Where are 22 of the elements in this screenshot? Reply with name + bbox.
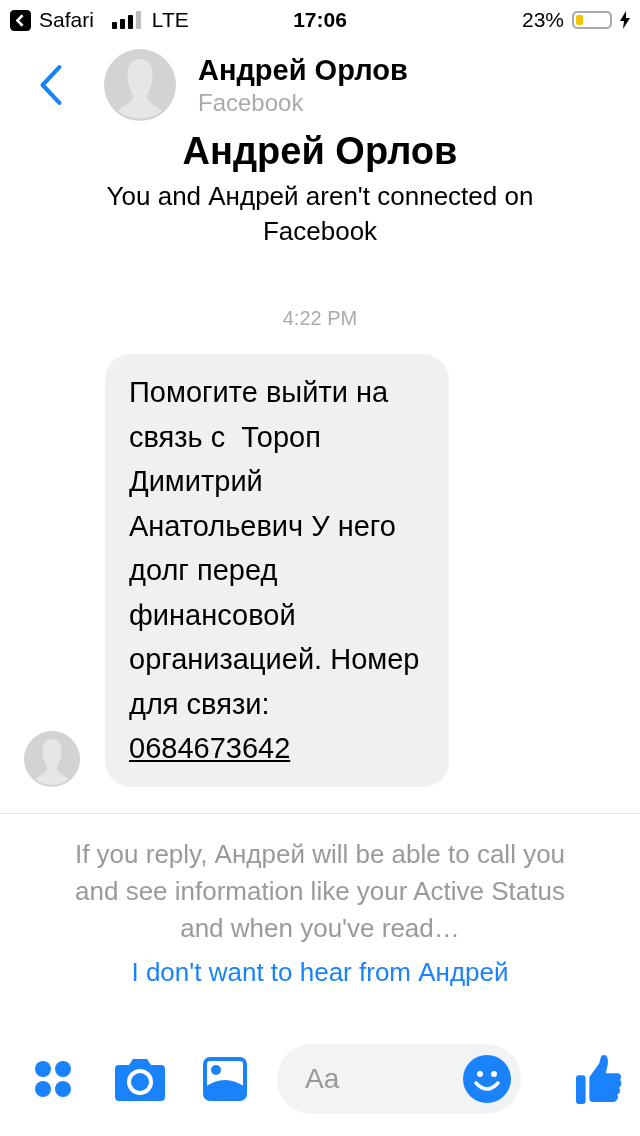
network-label: LTE: [151, 8, 189, 32]
camera-icon[interactable]: [115, 1057, 165, 1101]
contact-name: Андрей Орлов: [198, 53, 408, 87]
battery-icon: [572, 11, 612, 29]
timestamp: 4:22 PM: [282, 307, 358, 330]
message-bubble: Помогите выйти на связь с Тороп Димитрий Анатольевич У него долг перед финансовой организацией. Номер для связи: 0684673642: [105, 354, 449, 787]
battery-percent: 23%: [521, 8, 564, 32]
signal-icon: [111, 10, 144, 30]
back-app-label[interactable]: Safari: [39, 8, 94, 32]
emoji-icon[interactable]: [463, 1055, 511, 1103]
connection-note: You and Андрей aren't connected on Facebook: [105, 180, 535, 248]
reply-notice: If you reply, Андрей will be able to call you and see information like your Active Status and when you've read…: [73, 837, 567, 945]
apps-icon[interactable]: [33, 1059, 73, 1099]
thumbs-up-icon[interactable]: [576, 1054, 622, 1104]
back-icon[interactable]: [10, 9, 31, 31]
profile-name: Андрей Орлов: [182, 130, 458, 173]
image-icon[interactable]: [203, 1057, 247, 1101]
avatar: [24, 730, 80, 787]
phone-link[interactable]: 0684673642: [129, 732, 291, 764]
clock: 17:06: [293, 8, 347, 32]
contact-subtitle: Facebook: [198, 88, 305, 117]
block-link[interactable]: I don't want to hear from Андрей: [131, 956, 509, 988]
